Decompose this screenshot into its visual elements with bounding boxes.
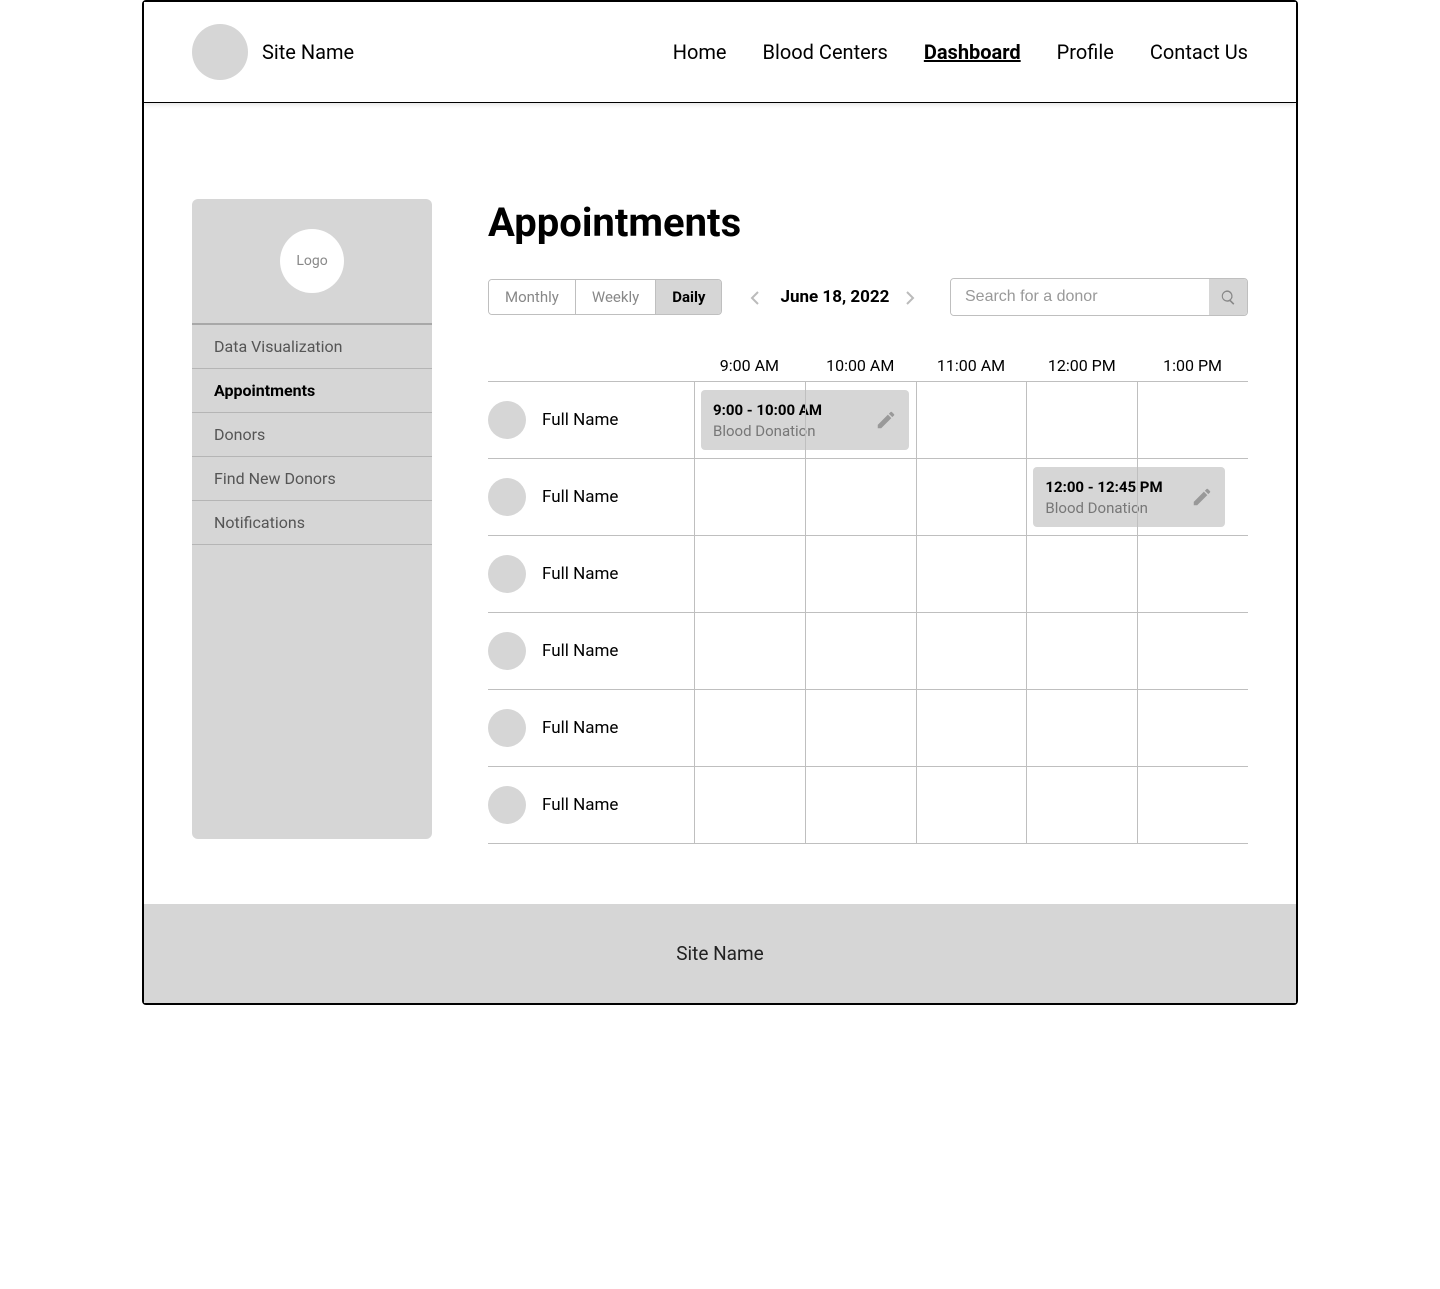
- time-header: 9:00 AM 10:00 AM 11:00 AM 12:00 PM 1:00 …: [488, 356, 1248, 375]
- avatar: [488, 555, 526, 593]
- slot: [694, 767, 805, 843]
- chevron-left-icon[interactable]: [750, 290, 764, 304]
- search-button[interactable]: [1209, 279, 1247, 315]
- slot: [916, 690, 1027, 766]
- body: Logo Data Visualization Appointments Don…: [144, 103, 1296, 904]
- slot: [916, 613, 1027, 689]
- sidebar: Logo Data Visualization Appointments Don…: [192, 199, 432, 839]
- avatar: [488, 786, 526, 824]
- slot: [694, 613, 805, 689]
- slot: [1137, 767, 1248, 843]
- time-header-1: 10:00 AM: [805, 356, 916, 375]
- table-row: Full Name: [488, 536, 1248, 613]
- row-name: Full Name: [542, 410, 618, 430]
- slot: [805, 690, 916, 766]
- slot: 12:00 - 12:45 PM Blood Donation: [1026, 459, 1137, 535]
- header: Site Name Home Blood Centers Dashboard P…: [144, 2, 1296, 103]
- row-name-cell: Full Name: [488, 536, 694, 612]
- chevron-right-icon[interactable]: [905, 290, 919, 304]
- sidebar-item-appointments[interactable]: Appointments: [192, 369, 432, 413]
- time-header-4: 1:00 PM: [1137, 356, 1248, 375]
- time-header-0: 9:00 AM: [694, 356, 805, 375]
- site-name: Site Name: [262, 40, 354, 64]
- row-name-cell: Full Name: [488, 613, 694, 689]
- slot: [805, 613, 916, 689]
- slot: [1137, 382, 1248, 458]
- slot: [1026, 382, 1137, 458]
- search-icon: [1220, 289, 1237, 306]
- slot: [805, 382, 916, 458]
- slot: [1026, 767, 1137, 843]
- slot: [694, 459, 805, 535]
- row-name: Full Name: [542, 718, 618, 738]
- slot: [1026, 536, 1137, 612]
- row-name: Full Name: [542, 641, 618, 661]
- avatar: [488, 632, 526, 670]
- row-name: Full Name: [542, 564, 618, 584]
- site-avatar: [192, 24, 248, 80]
- avatar: [488, 478, 526, 516]
- header-left: Site Name: [192, 24, 354, 80]
- sidebar-item-notifications[interactable]: Notifications: [192, 501, 432, 545]
- nav-dashboard[interactable]: Dashboard: [924, 40, 1021, 64]
- slot: [694, 536, 805, 612]
- slot: [805, 536, 916, 612]
- slot: [1026, 613, 1137, 689]
- slot: [916, 459, 1027, 535]
- row-name-cell: Full Name: [488, 459, 694, 535]
- view-toggle: Monthly Weekly Daily: [488, 279, 722, 315]
- nav-home[interactable]: Home: [673, 40, 727, 64]
- avatar: [488, 709, 526, 747]
- table-row: Full Name: [488, 767, 1248, 844]
- schedule: 9:00 AM 10:00 AM 11:00 AM 12:00 PM 1:00 …: [488, 356, 1248, 844]
- time-header-2: 11:00 AM: [916, 356, 1027, 375]
- slot: [805, 767, 916, 843]
- footer: Site Name: [144, 904, 1296, 1003]
- toggle-daily[interactable]: Daily: [656, 280, 721, 314]
- main-nav: Home Blood Centers Dashboard Profile Con…: [673, 40, 1248, 64]
- date-nav: June 18, 2022: [750, 287, 919, 307]
- sidebar-logo-wrap: Logo: [192, 199, 432, 325]
- slot: [805, 459, 916, 535]
- controls: Monthly Weekly Daily June 18, 2022: [488, 278, 1248, 316]
- time-header-3: 12:00 PM: [1026, 356, 1137, 375]
- slot: [694, 690, 805, 766]
- table-row: Full Name 9:00 - 10:00 AM Blood Donation: [488, 382, 1248, 459]
- slot: [1137, 459, 1248, 535]
- sidebar-item-donors[interactable]: Donors: [192, 413, 432, 457]
- schedule-rows: Full Name 9:00 - 10:00 AM Blood Donation: [488, 381, 1248, 844]
- avatar: [488, 401, 526, 439]
- table-row: Full Name: [488, 690, 1248, 767]
- slot: [1137, 613, 1248, 689]
- row-name-cell: Full Name: [488, 690, 694, 766]
- toggle-weekly[interactable]: Weekly: [576, 280, 656, 314]
- main: Appointments Monthly Weekly Daily June 1…: [488, 199, 1248, 844]
- slot: [916, 536, 1027, 612]
- page-title: Appointments: [488, 199, 1248, 246]
- search-wrap: [950, 278, 1248, 316]
- logo-icon: Logo: [280, 229, 344, 293]
- slot: 9:00 - 10:00 AM Blood Donation: [694, 382, 805, 458]
- sidebar-item-data-visualization[interactable]: Data Visualization: [192, 325, 432, 369]
- sidebar-item-find-new-donors[interactable]: Find New Donors: [192, 457, 432, 501]
- slot: [916, 382, 1027, 458]
- row-name: Full Name: [542, 795, 618, 815]
- footer-site-name: Site Name: [676, 942, 764, 965]
- table-row: Full Name 12:00 - 12:45 PM Blood Donatio…: [488, 459, 1248, 536]
- toggle-monthly[interactable]: Monthly: [489, 280, 576, 314]
- row-name: Full Name: [542, 487, 618, 507]
- nav-blood-centers[interactable]: Blood Centers: [763, 40, 888, 64]
- row-name-cell: Full Name: [488, 767, 694, 843]
- search-input[interactable]: [951, 279, 1209, 315]
- nav-contact-us[interactable]: Contact Us: [1150, 40, 1248, 64]
- slot: [1137, 536, 1248, 612]
- table-row: Full Name: [488, 613, 1248, 690]
- slot: [1137, 690, 1248, 766]
- date-label: June 18, 2022: [780, 287, 889, 307]
- slot: [916, 767, 1027, 843]
- nav-profile[interactable]: Profile: [1057, 40, 1114, 64]
- row-name-cell: Full Name: [488, 382, 694, 458]
- slot: [1026, 690, 1137, 766]
